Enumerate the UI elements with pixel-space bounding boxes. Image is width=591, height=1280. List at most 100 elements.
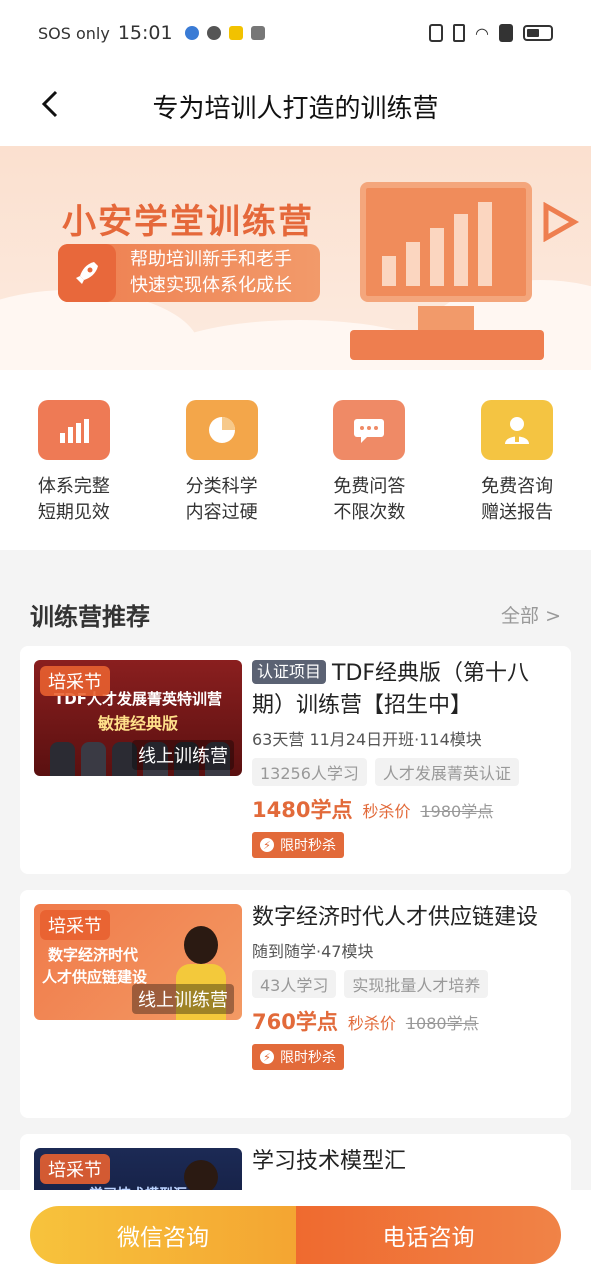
feature-label: 免费咨询 赠送报告 bbox=[481, 474, 553, 526]
original-price: 1080学点 bbox=[405, 1014, 479, 1033]
course-card[interactable]: 数字经济时代 人才供应链建设 培采节 线上训练营 数字经济时代人才供应链建设 随… bbox=[20, 890, 571, 1118]
wifi-icon: ◠ bbox=[475, 23, 489, 43]
wechat-consult-button[interactable]: 微信咨询 bbox=[30, 1206, 296, 1264]
price: 1480学点 bbox=[252, 798, 353, 822]
monitor-base bbox=[350, 330, 544, 360]
flash-sale-label: 限时秒杀 bbox=[280, 838, 336, 854]
monitor-bar bbox=[406, 242, 420, 286]
monitor-illustration bbox=[360, 182, 532, 302]
course-tags: 43人学习 实现批量人才培养 bbox=[252, 970, 559, 998]
see-all-link[interactable]: 全部 > bbox=[501, 601, 561, 628]
banner-subtitle-line2: 快速实现体系化成长 bbox=[130, 275, 292, 296]
rocket-icon bbox=[58, 244, 116, 302]
status-right: ◠ bbox=[429, 24, 553, 43]
chevron-left-icon bbox=[41, 90, 58, 118]
back-button[interactable] bbox=[30, 84, 70, 124]
course-meta: 随到随学·47模块 bbox=[252, 942, 374, 961]
course-info: 学习技术模型汇 bbox=[252, 1146, 559, 1178]
status-left: SOS only 15:01 bbox=[38, 22, 265, 44]
format-tag: 线上训练营 bbox=[132, 740, 234, 770]
original-price: 1980学点 bbox=[420, 802, 494, 821]
promo-badge: 培采节 bbox=[40, 910, 110, 940]
feature-label: 体系完整 短期见效 bbox=[38, 474, 110, 526]
feature-grid: 体系完整 短期见效 分类科学 内容过硬 免费问答 不限次数 免费咨询 赠送报告 bbox=[0, 370, 591, 550]
monitor-bar bbox=[454, 214, 468, 286]
price-label: 秒杀价 bbox=[362, 802, 411, 821]
feature-item[interactable]: 免费咨询 赠送报告 bbox=[457, 400, 577, 550]
nav-bar: 专为培训人打造的训练营 bbox=[0, 66, 591, 146]
nfc-icon bbox=[429, 24, 444, 42]
course-title: 数字经济时代人才供应链建设 bbox=[252, 905, 539, 930]
bottom-action-bar: 微信咨询 电话咨询 bbox=[0, 1190, 591, 1280]
battery-icon bbox=[523, 25, 553, 41]
flash-sale-label: 限时秒杀 bbox=[280, 1050, 336, 1066]
hero-banner[interactable]: 小安学堂训练营 帮助培训新手和老手 快速实现体系化成长 bbox=[0, 146, 591, 370]
app-icon bbox=[228, 26, 243, 40]
status-app-icons bbox=[184, 26, 265, 40]
monitor-bar bbox=[382, 256, 396, 286]
course-meta: 63天营 11月24日开班·114模块 bbox=[252, 730, 482, 749]
lightning-icon: ⚡ bbox=[260, 1050, 274, 1064]
course-title: 学习技术模型汇 bbox=[252, 1149, 407, 1174]
feature-item[interactable]: 体系完整 短期见效 bbox=[14, 400, 134, 550]
cert-badge: 认证项目 bbox=[252, 660, 327, 684]
phone-consult-button[interactable]: 电话咨询 bbox=[296, 1206, 561, 1264]
link-icon bbox=[250, 26, 265, 40]
carrier-text: SOS only bbox=[38, 23, 110, 43]
status-bar: SOS only 15:01 ◠ bbox=[0, 0, 591, 66]
topic-tag: 实现批量人才培养 bbox=[344, 970, 489, 998]
monitor-bar bbox=[430, 228, 444, 286]
course-card[interactable]: TDF人才发展菁英特训营 敏捷经典版 培采节 线上训练营 认证项目 TDF经典版（… bbox=[20, 646, 571, 874]
banner-subtitle: 帮助培训新手和老手 快速实现体系化成长 bbox=[116, 247, 292, 299]
banner-subtitle-line1: 帮助培训新手和老手 bbox=[130, 249, 292, 270]
feature-label: 免费问答 不限次数 bbox=[333, 474, 405, 526]
feature-line: 内容过硬 bbox=[185, 502, 258, 523]
price: 760学点 bbox=[252, 1010, 338, 1034]
price-row: 1480学点 秒杀价 1980学点 bbox=[252, 794, 559, 824]
feature-label: 分类科学 内容过硬 bbox=[186, 474, 258, 526]
flash-sale-badge: ⚡ 限时秒杀 bbox=[252, 832, 344, 858]
learners-tag: 43人学习 bbox=[252, 970, 337, 998]
learners-tag: 13256人学习 bbox=[252, 758, 367, 786]
monitor-stand bbox=[418, 306, 474, 330]
flash-sale-badge: ⚡ 限时秒杀 bbox=[252, 1044, 344, 1070]
x-badge-icon bbox=[206, 26, 221, 40]
consultant-icon bbox=[481, 400, 554, 460]
thumbnail-caption: 敏捷经典版 bbox=[97, 714, 178, 733]
pie-chart-icon bbox=[185, 400, 258, 460]
bar-chart-icon bbox=[37, 400, 110, 460]
lightning-icon: ⚡ bbox=[260, 838, 274, 852]
monitor-bar bbox=[478, 202, 492, 286]
feature-line: 体系完整 bbox=[37, 476, 110, 497]
feature-item[interactable]: 分类科学 内容过硬 bbox=[162, 400, 282, 550]
feature-item[interactable]: 免费问答 不限次数 bbox=[309, 400, 429, 550]
banner-slogan: 帮助培训新手和老手 快速实现体系化成长 bbox=[58, 244, 320, 302]
course-tags: 13256人学习 人才发展菁英认证 bbox=[252, 758, 559, 786]
shield-icon bbox=[184, 26, 199, 40]
speaker-figure bbox=[184, 1160, 218, 1194]
promo-badge: 培采节 bbox=[40, 1154, 110, 1184]
course-title: 认证项目 TDF经典版（第十八期）训练营【招生中】 bbox=[252, 658, 559, 722]
feature-line: 短期见效 bbox=[37, 502, 110, 523]
clock: 15:01 bbox=[117, 22, 173, 44]
banner-title: 小安学堂训练营 bbox=[62, 202, 314, 242]
feature-line: 免费问答 bbox=[333, 476, 406, 497]
chat-icon bbox=[333, 400, 406, 460]
feature-line: 赠送报告 bbox=[481, 502, 554, 523]
course-thumbnail: TDF人才发展菁英特训营 敏捷经典版 培采节 线上训练营 bbox=[34, 660, 242, 776]
play-icon bbox=[543, 202, 580, 242]
alert-icon bbox=[499, 24, 513, 42]
section-title: 训练营推荐 bbox=[30, 602, 150, 631]
price-label: 秒杀价 bbox=[347, 1014, 396, 1033]
vibrate-icon bbox=[453, 24, 466, 42]
format-tag: 线上训练营 bbox=[132, 984, 234, 1014]
course-info: 认证项目 TDF经典版（第十八期）训练营【招生中】 63天营 11月24日开班·1… bbox=[252, 658, 559, 858]
course-thumbnail: 数字经济时代 人才供应链建设 培采节 线上训练营 bbox=[34, 904, 242, 1020]
feature-line: 免费咨询 bbox=[481, 476, 554, 497]
price-row: 760学点 秒杀价 1080学点 bbox=[252, 1006, 559, 1036]
topic-tag: 人才发展菁英认证 bbox=[374, 758, 519, 786]
page-title: 专为培训人打造的训练营 bbox=[152, 93, 439, 124]
promo-badge: 培采节 bbox=[40, 666, 110, 696]
feature-line: 不限次数 bbox=[333, 502, 406, 523]
course-info: 数字经济时代人才供应链建设 随到随学·47模块 43人学习 实现批量人才培养 7… bbox=[252, 902, 559, 1070]
